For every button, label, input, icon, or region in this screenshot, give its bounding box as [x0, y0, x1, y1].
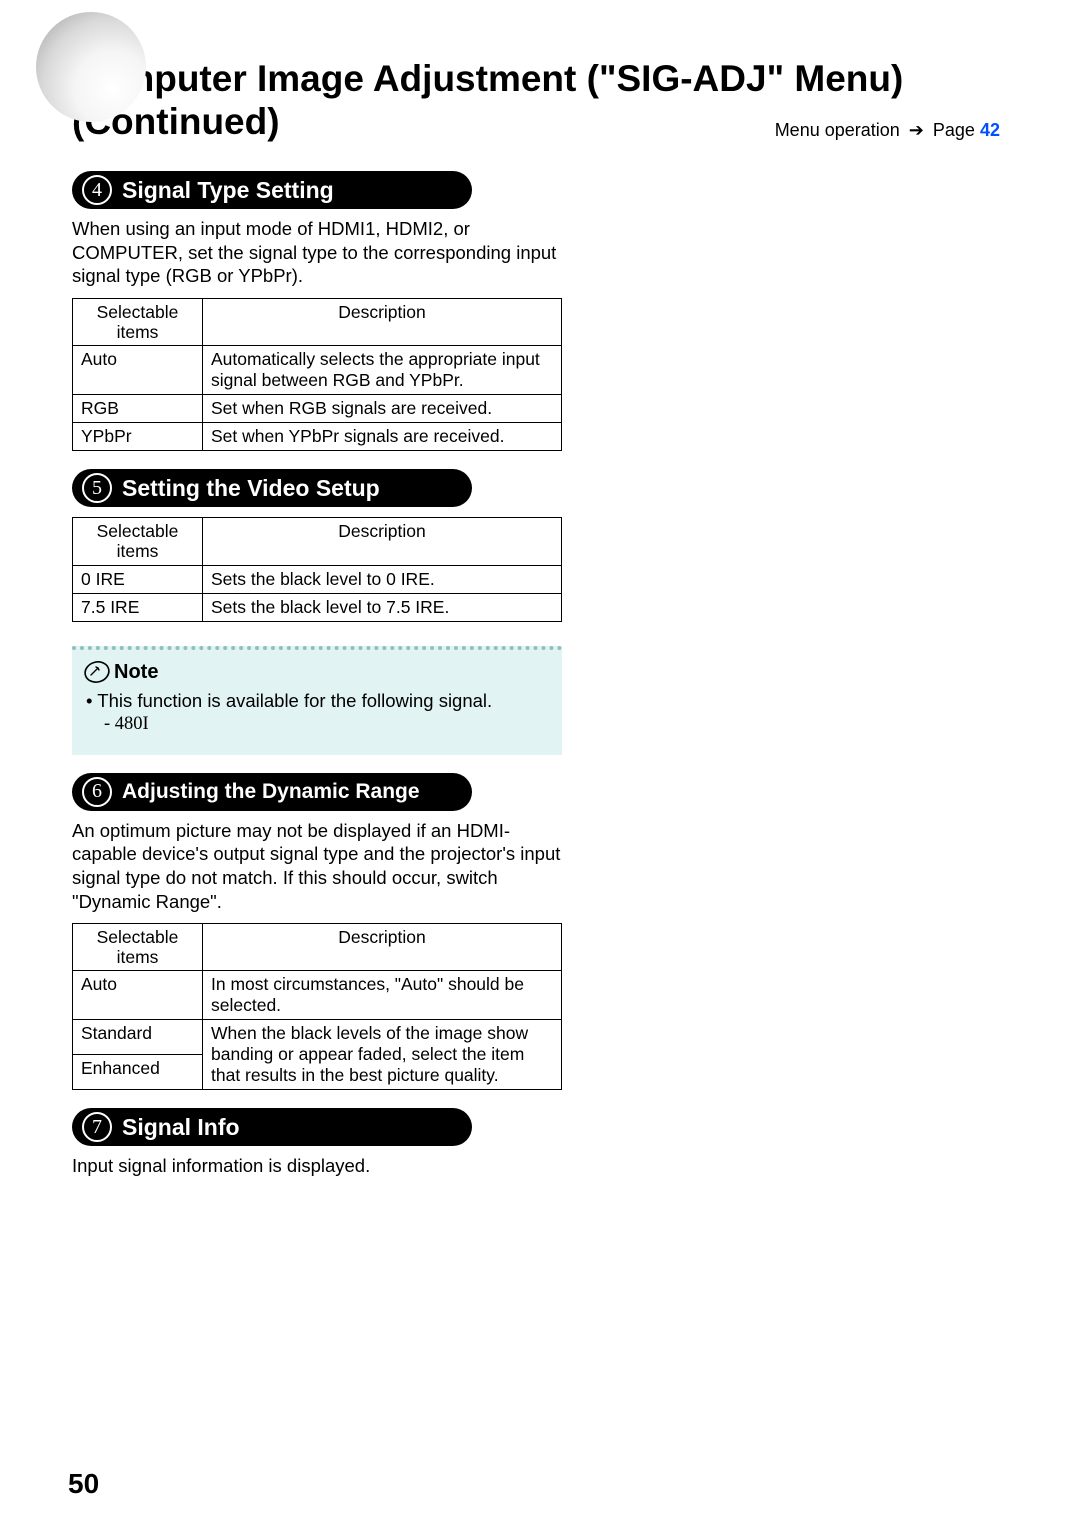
th-items: Selectable items [73, 924, 203, 971]
cell-desc: Set when YPbPr signals are received. [203, 423, 562, 451]
circled-number-5-icon: 5 [82, 473, 112, 503]
table-row: 0 IRE Sets the black level to 0 IRE. [73, 565, 562, 593]
table-row: Standard When the black levels of the im… [73, 1020, 562, 1055]
cell-item: RGB [73, 395, 203, 423]
section-6-label: Adjusting the Dynamic Range [122, 780, 420, 804]
table-row: Auto Automatically selects the appropria… [73, 346, 562, 395]
menu-ref-text: Menu operation [775, 120, 900, 140]
page-number: 50 [68, 1468, 99, 1500]
circled-number-6-icon: 6 [82, 777, 112, 807]
cell-item: Auto [73, 346, 203, 395]
menu-ref-page-num[interactable]: 42 [980, 120, 1000, 140]
cell-item: Enhanced [73, 1055, 203, 1090]
section-6-intro: An optimum picture may not be displayed … [72, 819, 562, 914]
note-header: Note [84, 660, 550, 686]
table-row: Auto In most circumstances, "Auto" shoul… [73, 971, 562, 1020]
th-items: Selectable items [73, 518, 203, 565]
circled-number-7-icon: 7 [82, 1112, 112, 1142]
note-box: Note This function is available for the … [72, 646, 562, 755]
th-desc: Description [203, 299, 562, 346]
table-header-row: Selectable items Description [73, 924, 562, 971]
note-line-2: 480I [84, 713, 550, 737]
section-5-heading: 5 Setting the Video Setup [72, 469, 472, 507]
cell-desc: Automatically selects the appropriate in… [203, 346, 562, 395]
section-4-label: Signal Type Setting [122, 177, 334, 204]
cell-desc: Set when RGB signals are received. [203, 395, 562, 423]
cell-item: Standard [73, 1020, 203, 1055]
cell-item: 0 IRE [73, 565, 203, 593]
cell-desc-merged: When the black levels of the image show … [203, 1020, 562, 1090]
section-4-table: Selectable items Description Auto Automa… [72, 298, 562, 451]
section-4-heading: 4 Signal Type Setting [72, 171, 472, 209]
section-5-label: Setting the Video Setup [122, 475, 380, 502]
th-desc: Description [203, 924, 562, 971]
note-icon [84, 661, 110, 683]
arrow-right-icon: ➔ [909, 120, 924, 140]
section-5-table: Selectable items Description 0 IRE Sets … [72, 517, 562, 621]
menu-ref-page-label: Page [933, 120, 975, 140]
th-desc: Description [203, 518, 562, 565]
section-6-heading: 6 Adjusting the Dynamic Range [72, 773, 472, 811]
table-row: YPbPr Set when YPbPr signals are receive… [73, 423, 562, 451]
table-header-row: Selectable items Description [73, 518, 562, 565]
note-line-1: This function is available for the follo… [86, 689, 550, 713]
cell-desc: Sets the black level to 7.5 IRE. [203, 593, 562, 621]
cell-desc: In most circumstances, "Auto" should be … [203, 971, 562, 1020]
section-4-intro: When using an input mode of HDMI1, HDMI2… [72, 217, 562, 288]
cell-desc: Sets the black level to 0 IRE. [203, 565, 562, 593]
cell-item: 7.5 IRE [73, 593, 203, 621]
circled-number-4-icon: 4 [82, 175, 112, 205]
section-6-table: Selectable items Description Auto In mos… [72, 923, 562, 1090]
decorative-sphere [36, 12, 146, 122]
note-label: Note [114, 660, 158, 686]
section-7-intro: Input signal information is displayed. [72, 1154, 562, 1178]
section-7-label: Signal Info [122, 1114, 240, 1141]
table-header-row: Selectable items Description [73, 299, 562, 346]
table-row: RGB Set when RGB signals are received. [73, 395, 562, 423]
table-row: 7.5 IRE Sets the black level to 7.5 IRE. [73, 593, 562, 621]
menu-operation-ref: Menu operation ➔ Page 42 [775, 120, 1000, 141]
cell-item: Auto [73, 971, 203, 1020]
th-items: Selectable items [73, 299, 203, 346]
cell-item: YPbPr [73, 423, 203, 451]
section-7-heading: 7 Signal Info [72, 1108, 472, 1146]
